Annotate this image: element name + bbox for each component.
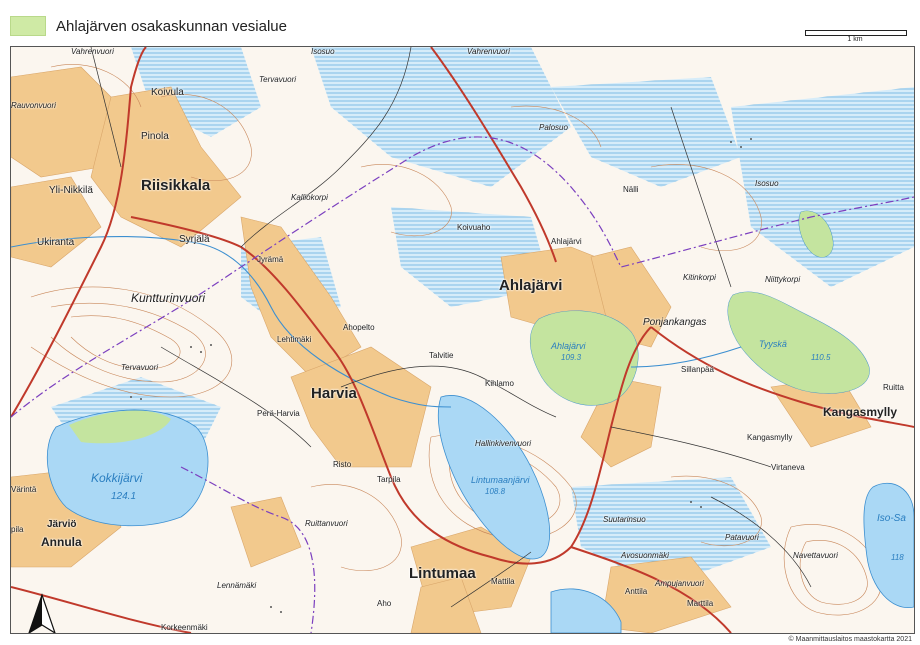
place-tervavuori-south: Tervavuori [121,363,159,372]
north-arrow-icon [28,593,56,633]
lake-lintumaanjarvi-name: Lintumaanjärvi [471,475,530,485]
north-arrow: N [25,593,59,633]
legend-label: Ahlajärven osakaskunnan vesialue [56,17,287,35]
copyright-notice: © Maanmittauslaitos maastokartta 2021 [788,636,912,643]
place-navettavuori: Navettavuori [793,551,838,560]
lake-kokkijarvi-name: Kokkijärvi [91,471,143,485]
place-jyrama: Jyrämä [257,255,284,264]
place-ukiranta: Ukiranta [37,237,75,248]
lake-ahlajarvi-name: Ahlajärvi [551,341,586,351]
place-jarvio: Järviö [47,519,77,530]
lake-ahlajarvi-elevation: 109.3 [561,353,582,362]
place-ponjankangas: Ponjankangas [643,317,707,328]
place-mattila: Mattila [491,577,515,586]
place-tervavuori: Tervavuori [259,75,297,84]
place-ruittanvuori: Ruittanvuori [305,519,348,528]
lake-tyyska-elevation: 110.5 [811,353,831,362]
topographic-map[interactable]: Riisikkala Harvia Ahlajärvi Lintumaa Kan… [10,46,915,634]
place-ampujanvuori: Ampujanvuori [655,579,704,588]
place-sillanpaa: Sillanpää [681,365,714,374]
place-kihlamo: Kihlamo [485,379,514,388]
place-pera-harvia: Perä-Harvia [257,409,300,418]
lake-isosa-elevation: 118 [891,553,904,562]
place-ahlajarvi-house: Ahlajärvi [551,237,582,246]
place-kitinkorpi: Kitinkorpi [683,273,716,282]
place-marttila: Marttila [687,599,714,608]
legend-swatch [10,16,46,36]
place-palosuo: Palosuo [539,123,568,132]
scale-bar: 1 km [805,30,907,43]
place-koivuaho: Koivuaho [457,223,491,232]
place-varinta: Värintä [11,485,37,494]
place-kangasmylly: Kangasmylly [823,405,898,419]
lake-lintumaanjarvi-elevation: 108.8 [485,487,506,496]
place-annula: Annula [41,535,82,549]
place-avosuonmaki: Avosuonmäki [621,551,669,560]
place-lehtimaki: Lehtimäki [277,335,312,344]
place-kuntturinvuori: Kuntturinvuori [131,291,206,305]
place-ahlajarvi-village: Ahlajärvi [499,277,563,294]
place-pinola: Pinola [141,131,169,142]
place-ahopelto: Ahopelto [343,323,375,332]
place-anttila: Anttila [625,587,648,596]
place-korkeenmaki: Korkeenmäki [161,623,208,632]
scale-bar-label: 1 km [847,36,863,43]
place-harvia: Harvia [311,385,357,402]
lake-isosa-name: Iso-Sa [877,513,906,524]
place-patavuori: Patavuori [725,533,759,542]
place-niittykorpi: Niittykorpi [765,275,801,284]
place-risto: Risto [333,460,352,469]
place-virtaneva: Virtaneva [771,463,805,472]
place-pila: pila [11,525,24,534]
map-legend: Ahlajärven osakaskunnan vesialue [10,16,287,36]
place-isosuo-east: Isosuo [755,179,779,188]
place-tarpila: Tarpila [377,475,401,484]
place-lennamaki: Lennämäki [217,581,257,590]
place-talvitie: Talvitie [429,351,454,360]
place-suutarinsuo: Suutarinsuo [603,515,646,524]
place-nalli: Nälli [623,185,639,194]
place-yli-nikkila: Yli-Nikkilä [49,185,93,196]
place-vahrenvuori: Vahrenvuori [71,47,114,56]
place-syrjala: Syrjälä [179,234,210,245]
place-kangasmylly-small: Kangasmylly [747,433,793,442]
place-vahrenvuori-east: Vahrenvuori [467,47,510,56]
lake-kokkijarvi-elevation: 124.1 [111,491,137,502]
place-aho: Aho [377,599,392,608]
place-riisikkala: Riisikkala [141,177,211,194]
place-kalliokorpi: Kalliokorpi [291,193,328,202]
place-koivula: Koivula [151,87,184,98]
place-lintumaa: Lintumaa [409,565,476,582]
place-hallinkivenvuori: Hallinkivenvuori [475,439,532,448]
place-rauvonvuori: Rauvonvuori [11,101,56,110]
place-ruitta: Ruitta [883,383,904,392]
place-isosuo: Isosuo [311,47,335,56]
lake-tyyska-name: Tyyskä [759,339,787,349]
